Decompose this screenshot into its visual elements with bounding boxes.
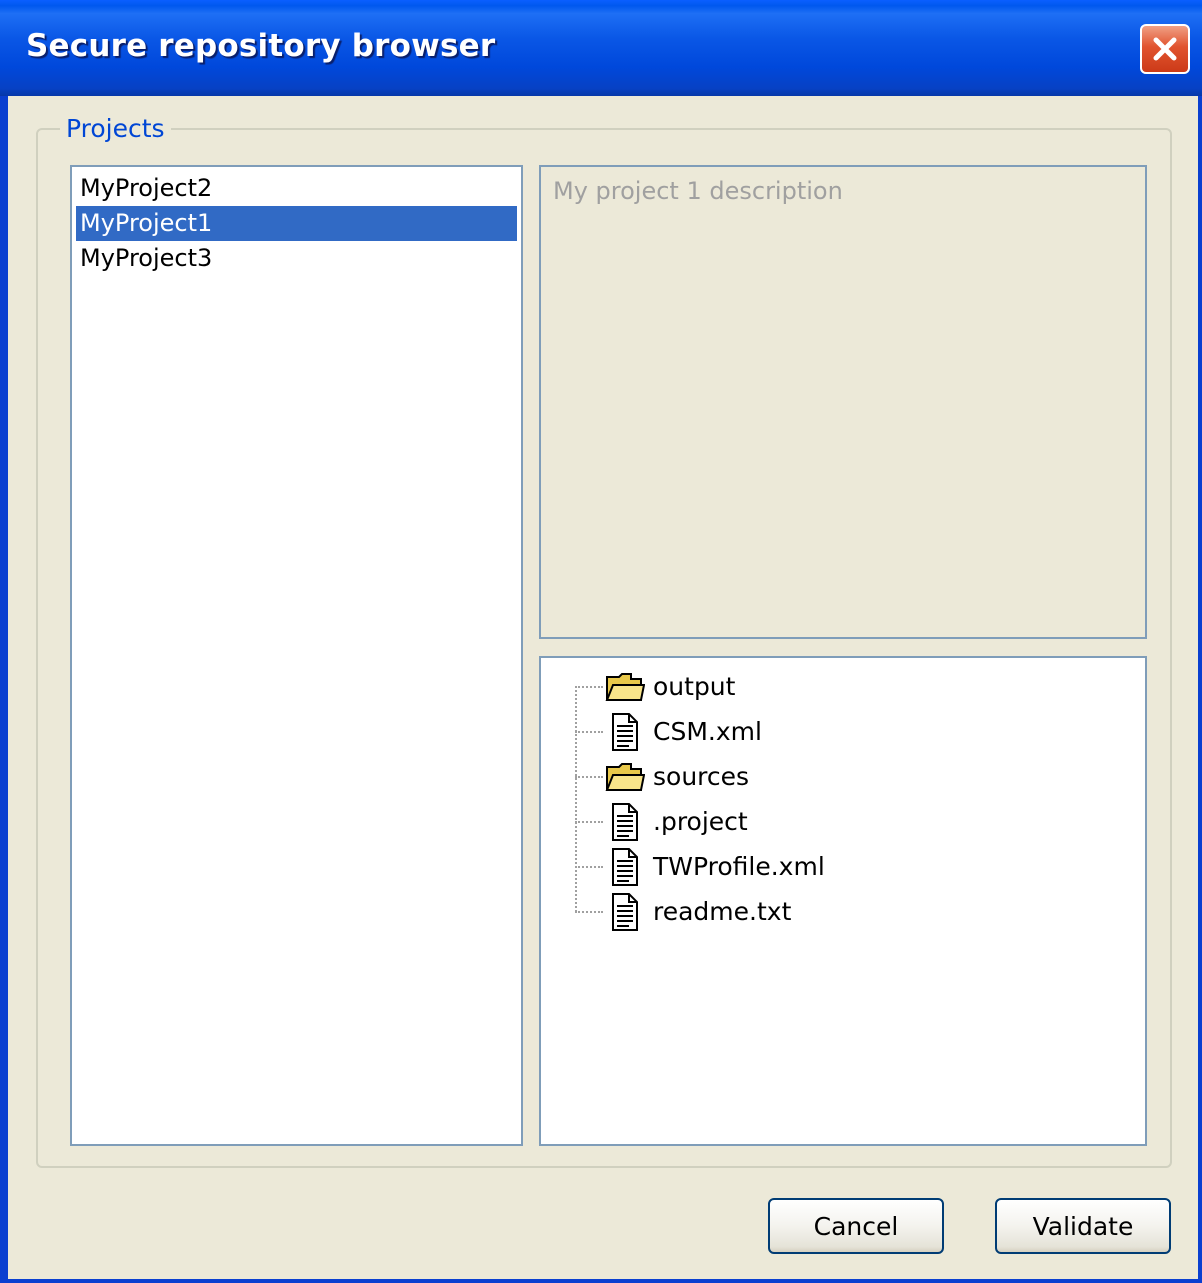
window-title: Secure repository browser xyxy=(26,28,496,64)
tree-item-label: sources xyxy=(653,762,750,791)
tree-item-readme-txt[interactable]: readme.txt xyxy=(575,889,791,934)
tree-branch-line xyxy=(575,730,603,733)
project-item-myproject1[interactable]: MyProject1 xyxy=(76,206,517,241)
project-list[interactable]: MyProject2 MyProject1 MyProject3 xyxy=(70,165,523,1146)
file-icon xyxy=(603,712,647,752)
tree-branch-line xyxy=(575,865,603,868)
close-button[interactable] xyxy=(1140,24,1190,74)
validate-button[interactable]: Validate xyxy=(995,1198,1171,1254)
project-item-myproject3[interactable]: MyProject3 xyxy=(76,241,517,276)
tree-item-label: TWProfile.xml xyxy=(653,852,825,881)
file-tree[interactable]: output CSM.xml sources .project TWProfil… xyxy=(539,656,1147,1146)
projects-group-legend: Projects xyxy=(60,114,171,144)
tree-item-label: output xyxy=(653,672,736,701)
file-icon xyxy=(603,802,647,842)
folder-icon xyxy=(603,667,647,707)
file-icon xyxy=(603,892,647,932)
project-description-text: My project 1 description xyxy=(553,177,843,205)
tree-branch-line xyxy=(575,775,603,778)
tree-branch-line xyxy=(575,820,603,823)
tree-item-output[interactable]: output xyxy=(575,664,735,709)
project-description[interactable]: My project 1 description xyxy=(539,165,1147,639)
project-item-myproject2[interactable]: MyProject2 xyxy=(76,171,517,206)
cancel-button[interactable]: Cancel xyxy=(768,1198,944,1254)
folder-icon xyxy=(603,757,647,797)
title-bar[interactable]: Secure repository browser xyxy=(0,0,1202,96)
tree-item-label: .project xyxy=(653,807,748,836)
tree-branch-line xyxy=(575,910,603,913)
tree-item-twprofile-xml[interactable]: TWProfile.xml xyxy=(575,844,825,889)
tree-item-project[interactable]: .project xyxy=(575,799,748,844)
tree-item-label: CSM.xml xyxy=(653,717,762,746)
tree-item-sources[interactable]: sources xyxy=(575,754,749,799)
tree-item-csm-xml[interactable]: CSM.xml xyxy=(575,709,762,754)
tree-item-label: readme.txt xyxy=(653,897,792,926)
file-icon xyxy=(603,847,647,887)
tree-branch-line xyxy=(575,685,603,688)
close-icon xyxy=(1153,37,1177,61)
